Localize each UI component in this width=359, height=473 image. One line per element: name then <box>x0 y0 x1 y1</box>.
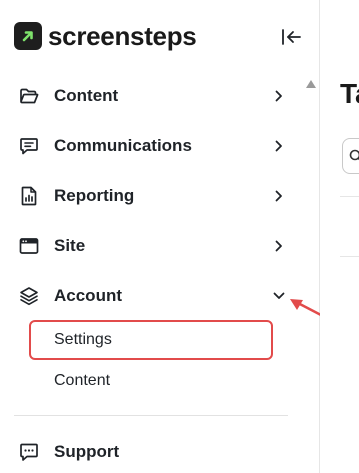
browser-icon <box>18 235 40 257</box>
collapse-sidebar-button[interactable] <box>278 24 304 50</box>
report-icon <box>18 185 40 207</box>
sidebar-item-label: Reporting <box>54 186 135 205</box>
chevron-down-icon <box>270 287 288 305</box>
sidebar-item-communications[interactable]: Communications <box>14 128 294 164</box>
sidebar-subitem-content[interactable]: Content <box>28 362 272 400</box>
triangle-up-icon <box>306 80 316 88</box>
folder-icon <box>18 85 40 107</box>
sidebar-item-account[interactable]: Account <box>14 278 294 314</box>
sidebar-subitem-settings[interactable]: Settings <box>28 321 272 359</box>
divider <box>14 415 288 416</box>
brand[interactable]: screensteps <box>14 21 197 51</box>
sidebar-item-label: Support <box>54 442 120 461</box>
chevron-right-icon <box>270 187 288 205</box>
scroll-up-arrow[interactable] <box>305 78 317 90</box>
brand-name: screensteps <box>48 21 197 51</box>
message-icon <box>18 135 40 157</box>
page-title: Ta <box>340 78 359 109</box>
sidebar-item-content[interactable]: Content <box>14 78 294 114</box>
chevron-right-icon <box>270 87 288 105</box>
sidebar-subitem-label: Settings <box>54 331 112 348</box>
sidebar-item-label: Communications <box>54 136 192 155</box>
divider <box>340 196 359 197</box>
chevron-right-icon <box>270 237 288 255</box>
chevron-right-icon <box>270 137 288 155</box>
sidebar-subitem-label: Content <box>54 372 111 389</box>
layers-icon <box>18 285 40 307</box>
sidebar-item-label: Content <box>54 86 119 105</box>
sidebar-item-support[interactable]: Support <box>14 434 294 470</box>
sidebar-item-reporting[interactable]: Reporting <box>14 178 294 214</box>
search-input[interactable] <box>342 138 359 174</box>
chat-dots-icon <box>18 441 40 463</box>
divider <box>340 256 359 257</box>
sidebar-item-label: Account <box>54 286 122 305</box>
sidebar: screensteps Content Communications Repor… <box>0 0 320 473</box>
search-icon <box>349 149 359 161</box>
sidebar-item-label: Site <box>54 236 86 255</box>
sidebar-item-site[interactable]: Site <box>14 228 294 264</box>
logo-icon <box>14 22 42 50</box>
main-content: Ta <box>320 0 359 473</box>
collapse-left-icon <box>282 29 301 45</box>
